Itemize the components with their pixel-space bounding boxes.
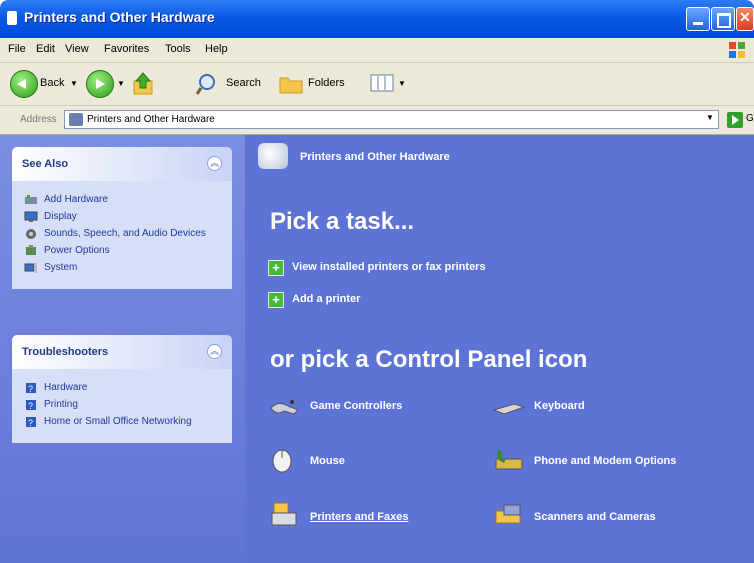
go-arrow-icon	[727, 112, 743, 128]
cp-label: Scanners and Cameras	[534, 511, 656, 523]
cp-label: Game Controllers	[310, 400, 403, 412]
task-add-printer[interactable]: + Add a printer	[268, 292, 361, 308]
search-icon[interactable]	[196, 72, 222, 96]
pick-task-heading: Pick a task...	[270, 208, 415, 235]
category-title: Printers and Other Hardware	[300, 151, 450, 163]
cp-label: Phone and Modem Options	[534, 455, 677, 467]
printer-icon	[271, 502, 297, 526]
forward-dropdown-icon[interactable]: ▼	[117, 79, 125, 88]
title-bar[interactable]: Printers and Other Hardware	[0, 0, 754, 38]
collapse-icon[interactable]: ︽	[207, 344, 222, 359]
svg-text:?: ?	[28, 384, 33, 394]
back-dropdown-icon[interactable]: ▼	[70, 79, 78, 88]
see-also-item-label: Power Options	[44, 245, 110, 256]
views-icon[interactable]	[370, 73, 394, 93]
phone-modem-icon	[495, 449, 523, 470]
see-also-item-label: Display	[44, 211, 77, 222]
help-book-icon: ?	[26, 417, 36, 428]
address-bar: Address Printers and Other Hardware ▼ Go	[0, 106, 754, 135]
troubleshooters-header[interactable]: Troubleshooters ︽	[12, 335, 232, 369]
menu-edit[interactable]: Edit	[36, 43, 55, 55]
help-book-icon: ?	[26, 400, 36, 411]
control-panel-heading: or pick a Control Panel icon	[270, 346, 588, 373]
see-also-panel: See Also ︽ Add Hardware Display Sounds, …	[12, 147, 232, 289]
svg-text:?: ?	[28, 418, 33, 428]
address-value: Printers and Other Hardware	[87, 114, 215, 125]
troubleshooters-panel: Troubleshooters ︽ ? Hardware ? Printing ? H…	[12, 335, 232, 443]
troubleshooter-hardware[interactable]: ? Hardware	[24, 382, 232, 394]
see-also-power-options[interactable]: Power Options	[24, 245, 232, 257]
see-also-sounds[interactable]: Sounds, Speech, and Audio Devices	[24, 228, 232, 240]
see-also-title: See Also	[22, 158, 69, 170]
add-hardware-icon	[25, 195, 37, 204]
views-dropdown-icon[interactable]: ▼	[398, 79, 406, 88]
cp-label: Mouse	[310, 455, 345, 467]
see-also-system[interactable]: System	[24, 262, 232, 274]
go-button[interactable]: Go	[727, 110, 754, 130]
troubleshooters-title: Troubleshooters	[22, 346, 109, 358]
see-also-list: Add Hardware Display Sounds, Speech, and…	[12, 181, 232, 289]
minimize-button[interactable]	[686, 7, 710, 31]
see-also-item-label: Sounds, Speech, and Audio Devices	[44, 228, 206, 239]
printers-hardware-icon	[258, 143, 288, 169]
see-also-item-label: System	[44, 262, 78, 273]
cp-label: Printers and Faxes	[310, 511, 409, 523]
troubleshooters-list: ? Hardware ? Printing ? Home or Small Offic…	[12, 369, 232, 443]
explorer-window: Printers and Other Hardware File Edit Vi…	[0, 0, 754, 563]
troubleshooter-label: Printing	[44, 399, 78, 410]
scanner-camera-icon	[495, 504, 521, 524]
go-label: Go	[746, 113, 754, 124]
maximize-button[interactable]	[711, 7, 735, 31]
see-also-add-hardware[interactable]: Add Hardware	[24, 194, 232, 206]
forward-arrow-icon[interactable]	[86, 70, 114, 98]
close-button[interactable]	[736, 7, 754, 31]
up-folder-icon[interactable]	[132, 71, 156, 97]
game-controller-icon	[270, 400, 299, 415]
task-label: View installed printers or fax printers	[292, 261, 486, 273]
menu-view[interactable]: View	[65, 43, 89, 55]
troubleshooter-networking[interactable]: ? Home or Small Office Networking	[24, 416, 232, 428]
toolbar: Back ▼ ▼ Search Folders ▼	[0, 63, 754, 106]
menu-tools[interactable]: Tools	[165, 43, 191, 55]
back-button[interactable]: Back	[40, 77, 64, 89]
display-icon	[24, 211, 38, 222]
sounds-icon	[26, 229, 36, 239]
windows-logo-icon	[729, 42, 745, 58]
cp-label: Keyboard	[534, 400, 585, 412]
see-also-header[interactable]: See Also ︽	[12, 147, 232, 181]
window-icon	[7, 11, 17, 25]
address-dropdown-icon[interactable]: ▼	[704, 113, 716, 126]
troubleshooter-label: Home or Small Office Networking	[44, 416, 192, 427]
svg-text:?: ?	[28, 401, 33, 411]
task-arrow-icon: +	[268, 260, 284, 276]
help-book-icon: ?	[26, 383, 36, 394]
task-label: Add a printer	[292, 293, 361, 305]
see-also-display[interactable]: Display	[24, 211, 232, 223]
menu-bar: File Edit View Favorites Tools Help	[0, 38, 754, 63]
folders-button[interactable]: Folders	[308, 77, 345, 89]
address-label: Address	[20, 114, 57, 125]
troubleshooter-label: Hardware	[44, 382, 88, 393]
troubleshooter-printing[interactable]: ? Printing	[24, 399, 232, 411]
task-pane: See Also ︽ Add Hardware Display Sounds, …	[0, 135, 245, 563]
content-area: See Also ︽ Add Hardware Display Sounds, …	[0, 135, 754, 563]
menu-favorites[interactable]: Favorites	[104, 43, 149, 55]
mouse-icon	[272, 449, 292, 473]
search-button[interactable]: Search	[226, 77, 261, 89]
collapse-icon[interactable]: ︽	[207, 156, 222, 171]
window-title: Printers and Other Hardware	[24, 9, 215, 25]
menu-help[interactable]: Help	[205, 43, 228, 55]
back-arrow-icon[interactable]	[10, 70, 38, 98]
task-arrow-icon: +	[268, 292, 284, 308]
power-options-icon	[26, 245, 36, 255]
keyboard-icon	[492, 403, 526, 415]
printer-folder-icon	[69, 113, 83, 126]
see-also-item-label: Add Hardware	[44, 194, 108, 205]
menu-file[interactable]: File	[8, 43, 26, 55]
task-view-printers[interactable]: + View installed printers or fax printers	[268, 260, 486, 276]
system-icon	[24, 263, 37, 273]
folders-icon[interactable]	[278, 72, 304, 96]
address-input[interactable]: Printers and Other Hardware ▼	[64, 110, 719, 129]
